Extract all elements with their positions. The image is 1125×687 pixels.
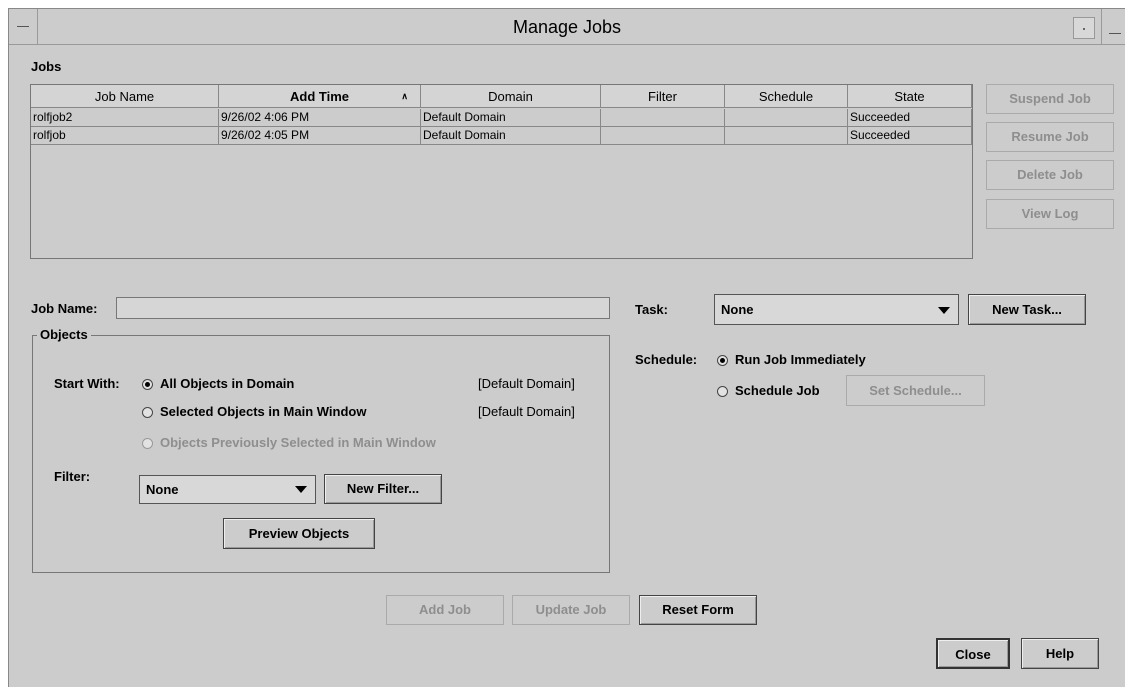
table-row[interactable]: rolfjob 9/26/02 4:05 PM Default Domain S…	[31, 127, 972, 145]
update-job-button[interactable]: Update Job	[512, 595, 630, 625]
start-with-label: Start With:	[54, 376, 120, 391]
suspend-job-button[interactable]: Suspend Job	[986, 84, 1114, 114]
cell-job-name: rolfjob2	[31, 109, 219, 127]
cell-add-time: 9/26/02 4:05 PM	[219, 127, 421, 145]
close-button[interactable]: Close	[936, 638, 1010, 669]
previous-objects-label[interactable]: Objects Previously Selected in Main Wind…	[160, 435, 436, 450]
objects-group-title: Objects	[37, 327, 91, 342]
jobs-table-header: Job Name Add Time ∧ Domain Filter Schedu…	[31, 85, 972, 109]
cell-schedule	[725, 109, 848, 127]
task-label: Task:	[635, 302, 668, 317]
job-name-label: Job Name:	[31, 301, 98, 316]
cell-filter	[601, 109, 725, 127]
maximize-icon	[1109, 33, 1121, 34]
cell-state: Succeeded	[848, 127, 972, 145]
previous-objects-radio[interactable]	[142, 438, 153, 449]
manage-jobs-window: Manage Jobs Jobs Job Name Add Time ∧ Dom…	[8, 8, 1125, 687]
schedule-label: Schedule:	[635, 352, 698, 367]
view-log-button[interactable]: View Log	[986, 199, 1114, 229]
schedule-job-label[interactable]: Schedule Job	[735, 383, 820, 398]
column-header-domain[interactable]: Domain	[421, 85, 601, 108]
cell-filter	[601, 127, 725, 145]
column-header-job-name[interactable]: Job Name	[31, 85, 219, 108]
cell-state: Succeeded	[848, 109, 972, 127]
column-header-label: Add Time	[290, 89, 349, 104]
set-schedule-button[interactable]: Set Schedule...	[846, 375, 985, 406]
preview-objects-button[interactable]: Preview Objects	[223, 518, 375, 549]
add-job-button[interactable]: Add Job	[386, 595, 504, 625]
jobs-table[interactable]: Job Name Add Time ∧ Domain Filter Schedu…	[30, 84, 973, 259]
title-bar: Manage Jobs	[9, 9, 1125, 45]
help-button[interactable]: Help	[1021, 638, 1099, 669]
jobs-section-label: Jobs	[31, 59, 62, 74]
resume-job-button[interactable]: Resume Job	[986, 122, 1114, 152]
delete-job-button[interactable]: Delete Job	[986, 160, 1114, 190]
window-title: Manage Jobs	[512, 17, 622, 37]
maximize-button[interactable]	[1101, 9, 1125, 44]
minimize-icon	[1083, 28, 1085, 30]
all-objects-label[interactable]: All Objects in Domain	[160, 376, 294, 391]
job-name-input[interactable]	[116, 297, 610, 319]
new-task-button[interactable]: New Task...	[968, 294, 1086, 325]
run-immediately-radio[interactable]	[717, 355, 728, 366]
filter-dropdown-value: None	[146, 482, 179, 497]
task-dropdown[interactable]: None	[714, 294, 959, 325]
table-row[interactable]: rolfjob2 9/26/02 4:06 PM Default Domain …	[31, 109, 972, 127]
reset-form-button[interactable]: Reset Form	[639, 595, 757, 625]
selected-objects-radio[interactable]	[142, 407, 153, 418]
filter-label: Filter:	[54, 469, 91, 484]
sort-ascending-icon: ∧	[401, 91, 408, 101]
task-dropdown-value: None	[721, 302, 754, 317]
column-header-add-time[interactable]: Add Time ∧	[219, 85, 421, 108]
chevron-down-icon	[295, 486, 307, 493]
run-immediately-label[interactable]: Run Job Immediately	[735, 352, 866, 367]
cell-add-time: 9/26/02 4:06 PM	[219, 109, 421, 127]
all-objects-scope: [Default Domain]	[478, 376, 575, 391]
cell-schedule	[725, 127, 848, 145]
filter-dropdown[interactable]: None	[139, 475, 316, 504]
chevron-down-icon	[938, 307, 950, 314]
selected-objects-scope: [Default Domain]	[478, 404, 575, 419]
cell-domain: Default Domain	[421, 109, 601, 127]
column-header-state[interactable]: State	[848, 85, 972, 108]
new-filter-button[interactable]: New Filter...	[324, 474, 442, 504]
schedule-job-radio[interactable]	[717, 386, 728, 397]
cell-domain: Default Domain	[421, 127, 601, 145]
selected-objects-label[interactable]: Selected Objects in Main Window	[160, 404, 366, 419]
cell-job-name: rolfjob	[31, 127, 219, 145]
all-objects-radio[interactable]	[142, 379, 153, 390]
minimize-button[interactable]	[1073, 17, 1095, 39]
column-header-filter[interactable]: Filter	[601, 85, 725, 108]
column-header-schedule[interactable]: Schedule	[725, 85, 848, 108]
